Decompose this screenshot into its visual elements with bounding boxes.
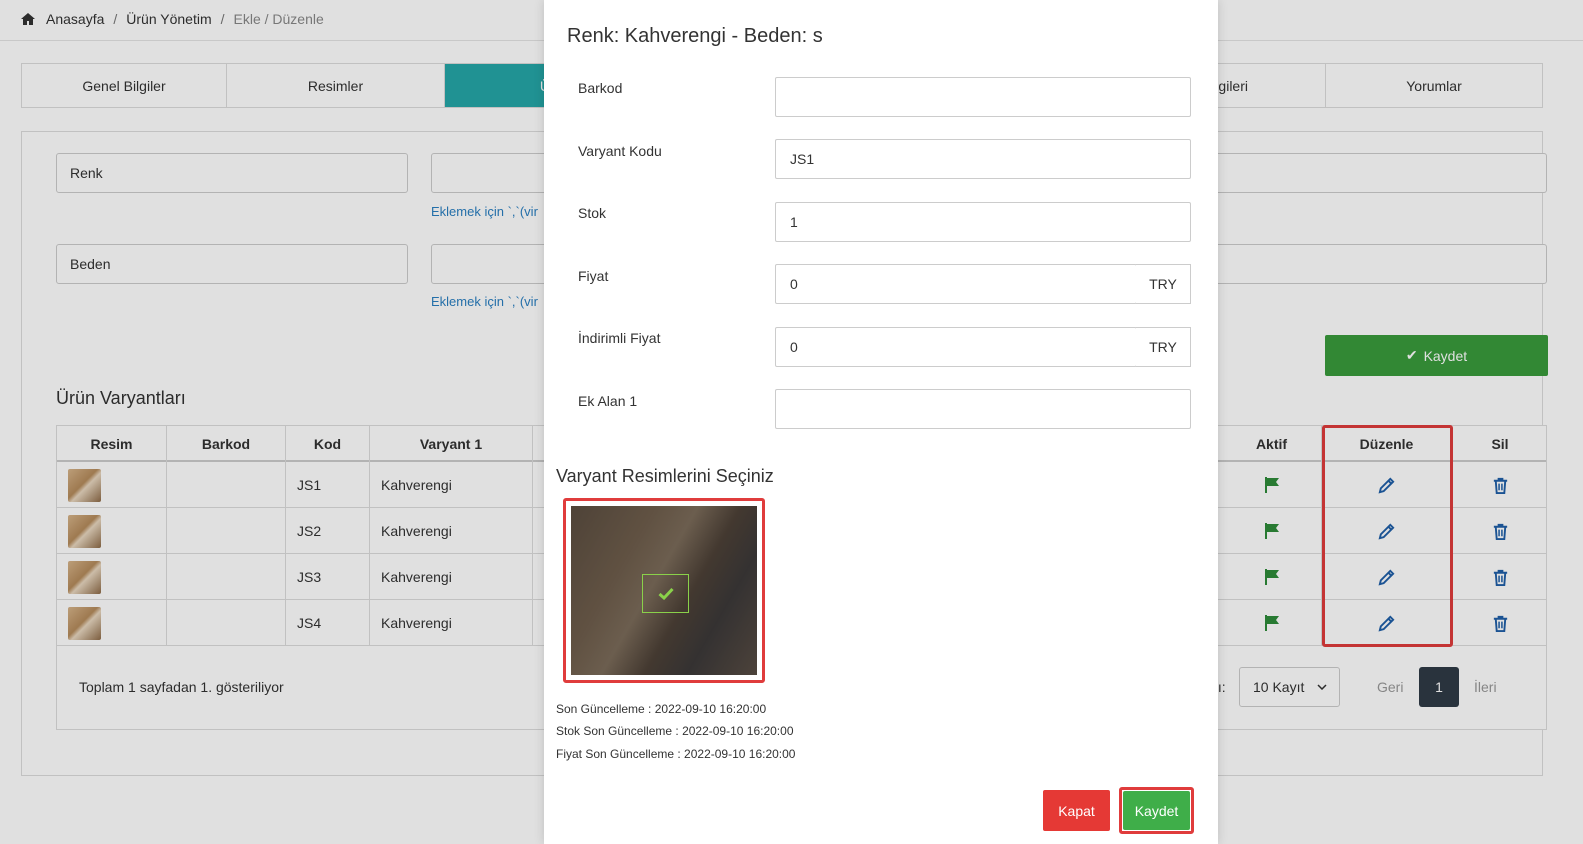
varyant-kodu-label: Varyant Kodu	[578, 143, 662, 159]
indirimli-fiyat-currency-addon: TRY	[1136, 327, 1191, 367]
save-button-highlight: Kaydet	[1119, 787, 1194, 834]
ek-alan-1-label: Ek Alan 1	[578, 393, 638, 409]
varyant-kodu-input[interactable]: JS1	[775, 139, 1191, 179]
barkod-input[interactable]	[775, 77, 1191, 117]
fiyat-son-guncelleme-text: Fiyat Son Güncelleme : 2022-09-10 16:20:…	[556, 747, 796, 761]
checkmark-icon	[642, 574, 689, 613]
son-guncelleme-text: Son Güncelleme : 2022-09-10 16:20:00	[556, 702, 767, 716]
variant-image-option-selected[interactable]	[563, 498, 765, 683]
stok-input[interactable]: 1	[775, 202, 1191, 242]
ek-alan-1-input[interactable]	[775, 389, 1191, 429]
modal-title: Renk: Kahverengi - Beden: s	[567, 25, 823, 47]
barkod-label: Barkod	[578, 80, 623, 96]
stok-son-guncelleme-text: Stok Son Güncelleme : 2022-09-10 16:20:0…	[556, 724, 794, 738]
fiyat-label: Fiyat	[578, 268, 609, 284]
fiyat-input[interactable]: 0	[775, 264, 1137, 304]
variant-edit-modal: Renk: Kahverengi - Beden: s Barkod Varya…	[544, 0, 1218, 844]
indirimli-fiyat-label: İndirimli Fiyat	[578, 330, 661, 346]
stok-label: Stok	[578, 205, 607, 221]
indirimli-fiyat-input[interactable]: 0	[775, 327, 1137, 367]
variant-images-title: Varyant Resimlerini Seçiniz	[556, 466, 774, 486]
close-button[interactable]: Kapat	[1043, 790, 1110, 831]
fiyat-currency-addon: TRY	[1136, 264, 1191, 304]
save-button[interactable]: Kaydet	[1123, 791, 1190, 830]
variant-image	[571, 506, 757, 675]
